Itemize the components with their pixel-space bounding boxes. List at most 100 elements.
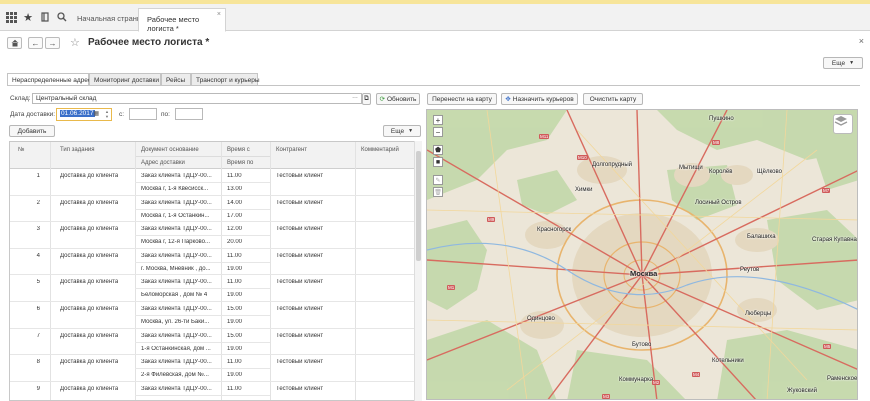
cell-task-type: Доставка до клиента — [60, 359, 119, 366]
table-row[interactable]: 2 Доставка до клиента Заказ клиента ТДЦУ-0… — [10, 196, 420, 223]
cell-counterparty: Тестовый клиент — [276, 173, 324, 179]
map-label-city: Химки — [575, 187, 593, 193]
dropdown-ellipsis-icon[interactable]: … — [352, 94, 358, 100]
refresh-button[interactable]: ⟳ Обновить — [376, 93, 420, 105]
col-task-type[interactable]: Тип задания — [60, 147, 95, 153]
table-row[interactable]: 5 Доставка до клиента Заказ клиента ТДЦУ-0… — [10, 275, 420, 302]
cell-task-type: Доставка до клиента — [60, 332, 119, 339]
row-inner-divider — [135, 208, 270, 210]
close-tab-icon[interactable]: × — [217, 11, 221, 18]
delete-shape-icon[interactable]: 🗑 — [433, 187, 443, 197]
table-header: № Тип задания Документ основание Адрес д… — [10, 142, 420, 169]
edit-shape-icon[interactable]: ✎ — [433, 175, 443, 185]
polygon-draw-icon[interactable]: ⬟ — [433, 145, 443, 155]
tab-divider — [7, 85, 860, 86]
cell-address: Москва, ул. 26-ти Баки... — [141, 319, 210, 325]
search-icon[interactable] — [55, 10, 69, 24]
cell-address: Москва г, 1-я Квесисск... — [141, 186, 209, 192]
spin-arrows-icon[interactable]: ▲ ▼ — [105, 109, 109, 119]
map-label-city: Мытищи — [679, 165, 703, 171]
table-row[interactable]: 6 Доставка до клиента Заказ клиента ТДЦУ-0… — [10, 302, 420, 329]
open-link-icon[interactable]: ⧉ — [362, 93, 371, 105]
zoom-in-button[interactable]: + — [433, 115, 443, 125]
warehouse-field[interactable]: Центральный склад … — [32, 93, 362, 104]
cell-time-to: 19.00 — [227, 265, 243, 272]
add-button[interactable]: Добавить — [9, 125, 55, 137]
cell-task-type: Доставка до клиента — [60, 226, 119, 233]
cell-address: г. Москва, Мневник , до... — [141, 265, 211, 272]
cell-counterparty: Тестовый клиент — [276, 199, 324, 206]
history-icon[interactable] — [38, 10, 52, 24]
back-button[interactable]: ← — [28, 37, 43, 49]
favorites-star-icon[interactable]: ★ — [21, 10, 35, 24]
table-row[interactable]: 9 Доставка до клиента Заказ клиента ТДЦУ-0… — [10, 382, 420, 400]
move-to-map-button[interactable]: Перенести на карту — [427, 93, 497, 105]
map-label-city: Долгопрудный — [592, 162, 633, 168]
more-menu-button[interactable]: Еще ▼ — [823, 57, 863, 69]
road-shield: М1 — [447, 285, 456, 290]
col-time-from[interactable]: Время с — [227, 147, 250, 153]
map-label-city: Раменское — [827, 376, 858, 382]
col-num[interactable]: № — [18, 147, 24, 153]
cell-task-type: Доставка до клиента — [60, 252, 119, 259]
cell-task-type: Доставка до клиента — [60, 279, 119, 286]
cell-time-from: 11.00 — [227, 359, 242, 366]
col-base-doc[interactable]: Документ основание — [141, 147, 199, 153]
home-button[interactable] — [7, 37, 22, 49]
zoom-out-button[interactable]: − — [433, 127, 443, 137]
cell-time-to: 19.00 — [227, 372, 243, 379]
list-more-button[interactable]: Еще ▼ — [383, 125, 421, 137]
table-row[interactable]: 7 Доставка до клиента Заказ клиента ТДЦУ-0… — [10, 329, 420, 356]
addresses-table[interactable]: № Тип задания Документ основание Адрес д… — [9, 141, 421, 401]
map-canvas[interactable] — [427, 110, 858, 400]
scrollbar-thumb[interactable] — [416, 151, 421, 261]
favorite-star-icon[interactable]: ☆ — [70, 36, 80, 49]
cell-time-to: 13.00 — [227, 186, 243, 192]
assign-couriers-button[interactable]: ✥ Назначить курьеров — [501, 93, 578, 105]
cell-base-doc: Заказ клиента ТДЦУ-00... — [141, 359, 212, 366]
cell-base-doc: Заказ клиента ТДЦУ-00... — [141, 332, 212, 339]
tab-logist-workplace[interactable]: Рабочее место логиста * × — [138, 8, 226, 33]
col-counterparty[interactable]: Контрагент — [276, 147, 307, 153]
forward-button[interactable]: → — [45, 37, 60, 49]
cell-num: 4 — [36, 252, 40, 259]
chevron-down-icon: ▼ — [408, 128, 414, 134]
map-label-city: Жуковский — [787, 388, 817, 394]
cell-address: 2-я Филевская, дом №... — [141, 372, 209, 379]
time-to-field[interactable] — [175, 108, 203, 120]
close-form-icon[interactable]: × — [859, 36, 864, 46]
cell-base-doc: Заказ клиента ТДЦУ-00... — [141, 252, 212, 259]
layers-icon[interactable] — [833, 114, 853, 134]
page-title: Рабочее место логиста * — [88, 37, 210, 48]
table-scrollbar[interactable] — [414, 141, 422, 401]
col-address[interactable]: Адрес доставки — [141, 160, 185, 166]
apps-grid-icon[interactable] — [4, 10, 18, 24]
delivery-date-field[interactable]: 01.06.2017 ▦ ▲ ▼ — [56, 108, 112, 121]
app-tab-bar: ★ Начальная страница Рабочее место логис… — [0, 4, 870, 33]
col-comment[interactable]: Комментарий — [361, 147, 399, 153]
cell-num: 9 — [36, 385, 40, 392]
cell-base-doc: Заказ клиента ТДЦУ-00... — [141, 226, 212, 233]
time-from-field[interactable] — [129, 108, 157, 120]
table-row[interactable]: 1 Доставка до клиента Заказ клиента ТДЦУ-0… — [10, 169, 420, 196]
rectangle-draw-icon[interactable]: ■ — [433, 157, 443, 167]
cell-task-type: Доставка до клиента — [60, 385, 119, 392]
cell-task-type: Доставка до клиента — [60, 199, 119, 206]
table-row[interactable]: 3 Доставка до клиента Заказ клиента ТДЦУ-0… — [10, 222, 420, 249]
calendar-icon[interactable]: ▦ — [93, 110, 99, 117]
col-time-to[interactable]: Время по — [227, 160, 253, 166]
cell-time-to: 17.00 — [227, 212, 243, 219]
table-row[interactable]: 8 Доставка до клиента Заказ клиента ТДЦУ-0… — [10, 355, 420, 382]
clear-map-button[interactable]: Очистить карту — [583, 93, 643, 105]
header-divider — [135, 156, 270, 157]
cell-counterparty: Тестовый клиент — [276, 332, 324, 339]
map-view[interactable]: + − ⬟ ■ ✎ 🗑 Пушкино Долгопрудный Мытищи … — [426, 109, 858, 400]
table-row[interactable]: 4 Доставка до клиента Заказ клиента ТДЦУ-0… — [10, 249, 420, 276]
cell-time-from: 11.00 — [227, 252, 242, 259]
map-label-city: Балашиха — [747, 234, 776, 240]
road-shield: М10 — [577, 155, 588, 160]
cell-task-type: Доставка до клиента — [60, 306, 119, 312]
chevron-down-icon: ▼ — [849, 60, 855, 66]
map-label-city: Реутов — [740, 267, 760, 273]
cell-time-to: 19.00 — [227, 292, 243, 299]
